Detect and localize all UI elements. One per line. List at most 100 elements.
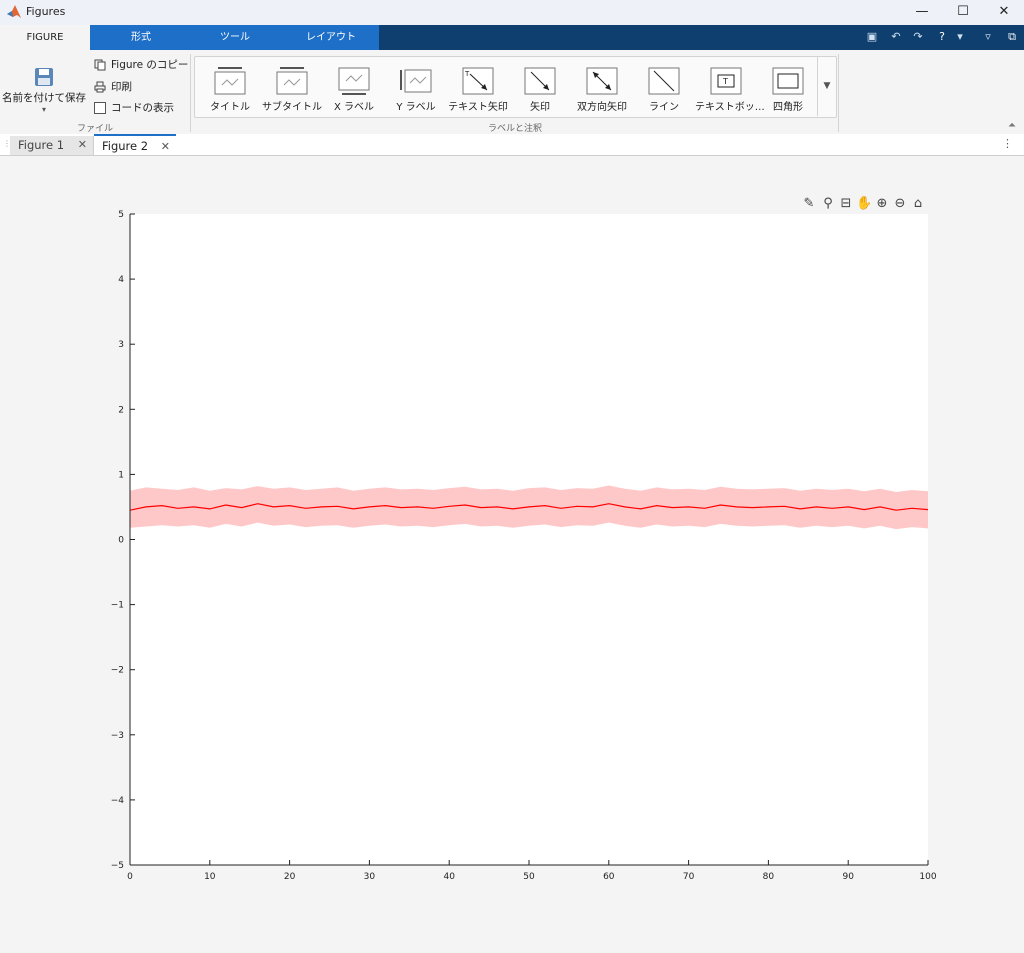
double-arrow-label: 双方向矢印 [577,102,627,113]
zoom-in-icon[interactable]: ⊕ [874,196,890,212]
x-tick-label: 80 [763,872,775,882]
subtitle-icon [276,67,308,95]
brush-icon[interactable]: ✎ [801,196,817,212]
save-icon[interactable]: ▣ [864,29,880,45]
y-tick-label: −4 [111,796,125,806]
y-tick-label: −3 [111,731,124,741]
undo-icon[interactable]: ↶ [888,29,904,45]
annotation-gallery: タイトル サブタイトル X ラベル Y ラベル T テキスト矢印 矢印 双方向矢… [194,56,837,118]
subtitle-annotation-label: サブタイトル [262,102,322,113]
title-annotation-label: タイトル [210,102,250,113]
pan-icon[interactable]: ✋ [856,196,872,212]
arrow-label: 矢印 [530,102,550,113]
help-dropdown-icon[interactable]: ▾ [952,29,968,45]
textbox-icon: T [710,67,742,95]
zoom-out-icon[interactable]: ⊖ [892,196,908,212]
print-button[interactable]: 印刷 [94,78,132,96]
toolstrip-tabs: FIGURE 形式 ツール レイアウト ▣ ↶ ↷ ? ▾ ▿ ⧉ [0,25,1024,50]
axes-background [130,214,928,865]
minimize-button[interactable]: — [902,0,942,25]
x-tick-label: 20 [284,872,296,882]
close-button[interactable]: ✕ [984,0,1024,25]
y-tick-label: −1 [111,601,124,611]
x-tick-label: 60 [603,872,615,882]
save-as-icon [35,68,53,86]
gallery-more-icon[interactable]: ▼ [817,56,836,116]
tab-tools[interactable]: ツール [190,25,280,50]
x-tick-label: 30 [364,872,376,882]
title-icon [214,67,246,95]
text-arrow-button[interactable]: T テキスト矢印 [447,59,509,115]
rectangle-label: 四角形 [773,102,803,113]
tab-layout[interactable]: レイアウト [286,25,376,50]
tab-figure-1[interactable]: Figure 1 ✕ [10,136,94,155]
textbox-label: テキストボッ… [695,102,765,113]
title-bar: Figures — ☐ ✕ [0,0,1024,25]
y-tick-label: −2 [111,666,124,676]
more-options-icon[interactable]: ⋮ [1002,137,1013,150]
checkbox-icon[interactable] [94,102,106,114]
ylabel-annotation-label: Y ラベル [396,102,436,113]
text-arrow-label: テキスト矢印 [448,102,508,113]
ribbon: 名前を付けて保存 ▾ Figure のコピー 印刷 コードの表示 ファイル タイ… [0,50,1024,135]
xlabel-annotation-button[interactable]: X ラベル [323,59,385,115]
copy-figure-label: Figure のコピー [111,59,189,71]
line-annotation-label: ライン [649,102,679,113]
restore-view-icon[interactable]: ⊟ [838,196,854,212]
save-as-button[interactable]: 名前を付けて保存 ▾ [2,58,86,118]
data-tip-icon[interactable]: ⚲ [820,196,836,212]
xlabel-annotation-label: X ラベル [333,102,375,113]
undock-icon[interactable]: ⧉ [1004,29,1020,45]
double-arrow-button[interactable]: 双方向矢印 [571,59,633,115]
redo-icon[interactable]: ↷ [910,29,926,45]
y-tick-label: 2 [118,405,124,415]
x-tick-label: 40 [443,872,455,882]
x-tick-label: 0 [127,872,133,882]
maximize-button[interactable]: ☐ [943,0,983,25]
copy-figure-button[interactable]: Figure のコピー [94,56,188,74]
x-tick-label: 70 [683,872,695,882]
show-code-checkbox[interactable]: コードの表示 [94,99,174,117]
arrow-icon [524,67,556,95]
annotation-group-label: ラベルと注釈 [487,124,542,134]
arrow-button[interactable]: 矢印 [509,59,571,115]
y-tick-label: 4 [118,275,124,285]
textbox-button[interactable]: T テキストボッ… [695,59,765,115]
rectangle-icon [772,67,804,95]
x-tick-label: 50 [523,872,535,882]
save-as-dropdown-icon[interactable]: ▾ [2,105,86,114]
document-tabs: ⋮ Figure 1 ✕ Figure 2 ✕ ⋮ [0,134,1024,156]
text-arrow-icon: T [462,67,494,95]
line-annotation-button[interactable]: ライン [633,59,695,115]
tab-figure-1-label: Figure 1 [18,138,65,152]
tab-figure[interactable]: FIGURE [0,25,90,50]
tab-format[interactable]: 形式 [96,25,186,50]
plot-svg: −5−4−3−2−10123450 10 20 30 40 50 60 70 80 90 100 [111,210,937,882]
save-as-label: 名前を付けて保存 [2,92,86,104]
home-icon[interactable]: ⌂ [910,196,926,212]
ylabel-annotation-button[interactable]: Y ラベル [385,59,447,115]
print-icon [94,81,106,93]
subtitle-annotation-button[interactable]: サブタイトル [261,59,323,115]
tab-figure-2-label: Figure 2 [102,139,149,153]
print-label: 印刷 [111,81,132,93]
window-title: Figures [26,5,66,18]
group-separator [190,54,191,132]
file-group-label: ファイル [76,124,113,134]
title-annotation-button[interactable]: タイトル [199,59,261,115]
y-tick-label: 3 [118,340,124,350]
close-tab-icon[interactable]: ✕ [161,136,170,157]
help-icon[interactable]: ? [934,29,950,45]
y-tick-label: 5 [118,210,124,220]
tab-figure-2[interactable]: Figure 2 ✕ [94,134,176,155]
quick-access-menu-icon[interactable]: ▿ [980,29,996,45]
figure-canvas: −5 −4 −3 −2 −1 0 1 2 3 4 5 0 10 20 30 40 50 60 70 80 90 100 [0,156,1024,953]
y-tick-label: −5 [111,861,124,871]
rectangle-button[interactable]: 四角形 [757,59,819,115]
collapse-ribbon-icon[interactable]: ⏶ [1008,120,1020,132]
double-arrow-icon [586,67,618,95]
svg-text:T: T [722,77,728,86]
y-tick-label: 1 [118,470,124,480]
close-tab-icon[interactable]: ✕ [78,136,87,154]
x-tick-label: 90 [842,872,854,882]
